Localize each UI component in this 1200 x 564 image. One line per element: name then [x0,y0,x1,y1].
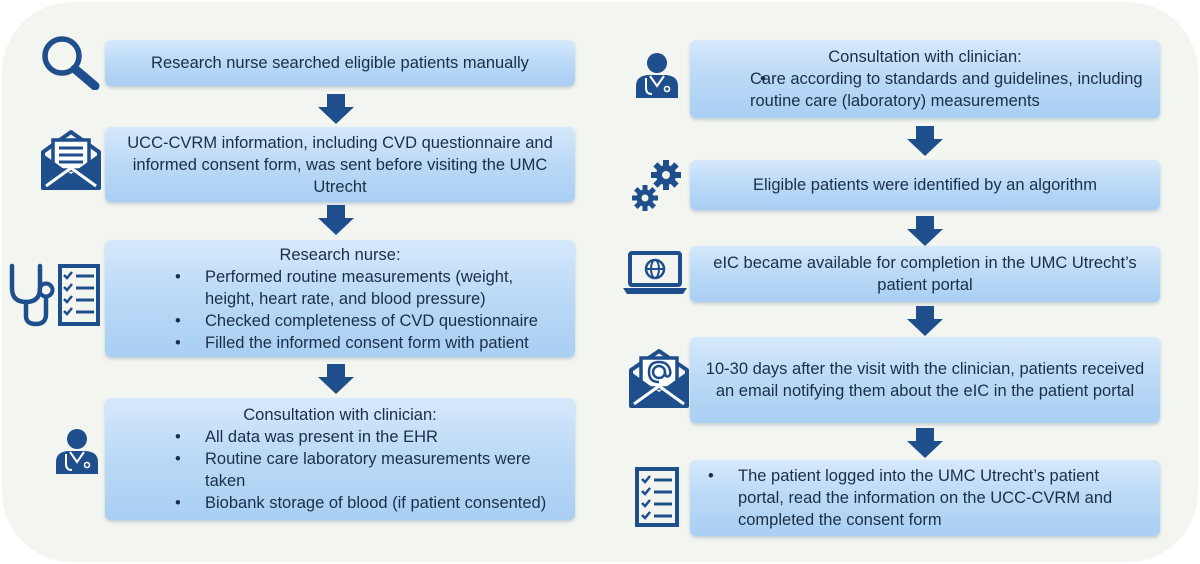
down-arrow [318,205,354,235]
checklist-icon [634,466,680,528]
down-arrow [318,94,354,124]
right-step-5-box: The patient logged into the UMC Utrecht’… [690,460,1160,536]
left-step-2-box: UCC-CVRM information, including CVD ques… [105,127,575,202]
left-step-2-text: UCC-CVRM information, including CVD ques… [127,133,553,196]
list-item: All data was present in the EHR [117,426,563,448]
stethoscope-checklist-icon [6,262,102,328]
right-step-4-box: 10-30 days after the visit with the clin… [690,337,1160,423]
down-arrow [907,428,943,458]
right-step-1-box: Consultation with clinician: Care accord… [690,40,1160,118]
list-item: Biobank storage of blood (if patient con… [117,492,563,514]
left-step-4-box: Consultation with clinician: All data wa… [105,398,575,520]
down-arrow [907,306,943,336]
magnifier-icon [40,34,102,90]
right-step-1-heading: Consultation with clinician: [828,48,1022,66]
left-step-4-list: All data was present in the EHR Routine … [117,426,563,514]
right-step-3-text: eIC became available for completion in t… [713,254,1137,294]
right-step-3-box: eIC became available for completion in t… [690,246,1160,302]
right-step-5-list: The patient logged into the UMC Utrecht’… [702,465,1148,531]
list-item: Performed routine measurements (weight, … [117,266,563,310]
right-step-2-text: Eligible patients were identified by an … [753,176,1097,194]
left-step-3-list: Performed routine measurements (weight, … [117,266,563,354]
left-step-4-heading: Consultation with clinician: [243,406,437,424]
mail-document-icon [40,128,102,192]
right-step-2-box: Eligible patients were identified by an … [690,160,1160,210]
doctor-icon [634,52,680,100]
right-step-4-text: 10-30 days after the visit with the clin… [705,360,1145,400]
right-step-1-list: Care according to standards and guidelin… [702,68,1148,112]
list-item: Routine care laboratory measurements wer… [117,448,563,492]
email-at-icon [628,348,690,410]
down-arrow [318,364,354,394]
left-step-3-heading: Research nurse: [279,245,401,264]
left-step-1-text: Research nurse searched eligible patient… [151,54,529,72]
gears-icon [630,158,686,214]
down-arrow [907,126,943,156]
list-item: Care according to standards and guidelin… [702,68,1148,112]
doctor-icon [54,428,100,476]
left-step-3-box: Research nurse: Performed routine measur… [105,240,575,357]
list-item: Checked completeness of CVD questionnair… [117,310,563,332]
list-item: Filled the informed consent form with pa… [117,332,563,354]
left-step-1-box: Research nurse searched eligible patient… [105,40,575,86]
list-item: The patient logged into the UMC Utrecht’… [702,465,1148,531]
laptop-globe-icon [622,250,688,296]
down-arrow [907,216,943,246]
